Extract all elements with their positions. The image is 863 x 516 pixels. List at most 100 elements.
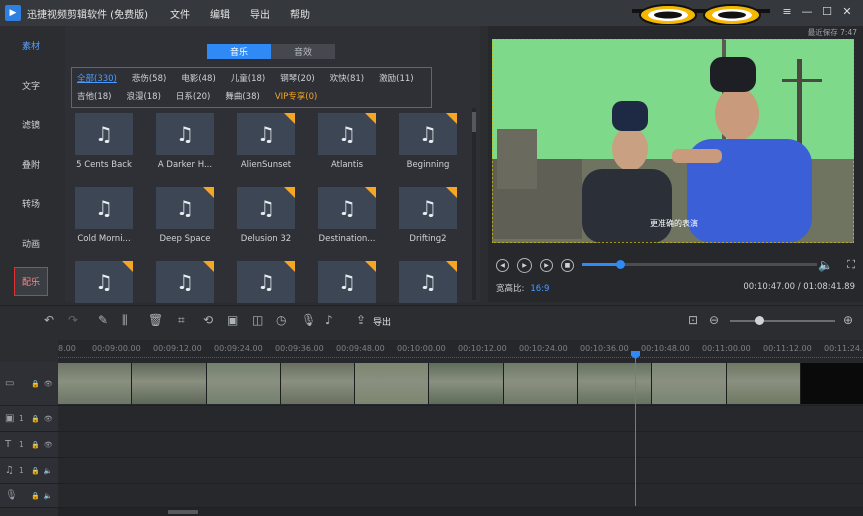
filter-vip[interactable]: VIP专享(0) [275,90,318,102]
next-frame-icon[interactable]: ▶ [540,259,553,272]
music-thumbnail[interactable]: ♫ [318,113,376,155]
filter-sad[interactable]: 悲伤(58) [132,72,166,84]
sidebar-item-overlay[interactable]: 叠附 [0,145,62,185]
music-track-body[interactable] [58,458,863,483]
video-clip[interactable] [801,363,863,404]
sidebar-item-filter[interactable]: 滤镜 [0,105,62,145]
music-thumbnail[interactable]: ♫ [399,187,457,229]
video-clip[interactable] [726,363,801,404]
music-card[interactable]: ♫ Deep Space [156,187,216,244]
eye-icon[interactable]: 👁 [44,415,53,423]
speed-icon[interactable]: ◫ [252,313,263,327]
minimize-button[interactable]: — [797,4,817,20]
delete-icon[interactable]: 🗑 [148,313,163,327]
aspect-ratio-value[interactable]: 16:9 [530,284,549,294]
music-card[interactable]: ♫ Drifting2 [399,187,459,244]
video-clip[interactable] [280,363,356,404]
zoom-out-icon[interactable]: ⊖ [709,313,719,327]
lock-icon[interactable]: 🔒 [31,380,40,388]
mosaic-icon[interactable]: ▣ [227,313,238,327]
music-thumbnail[interactable]: ♫ [318,187,376,229]
music-card[interactable]: ♫ [237,261,297,308]
lock-icon[interactable]: 🔒 [31,441,40,449]
zoom-slider-handle[interactable] [755,316,764,325]
video-clip[interactable] [58,363,133,404]
eye-icon[interactable]: 👁 [44,441,53,449]
speaker-icon[interactable]: 🔈 [44,467,53,475]
music-card[interactable]: ♫ Delusion 32 [237,187,297,244]
sidebar-item-material[interactable]: 素材 [0,26,62,66]
lock-icon[interactable]: 🔒 [31,467,40,475]
music-card[interactable]: ♫ [156,261,216,308]
fit-icon[interactable]: ⊡ [688,313,698,327]
music-thumbnail[interactable]: ♫ [75,187,133,229]
fullscreen-icon[interactable]: ⛶ [847,258,855,272]
music-thumbnail[interactable]: ♫ [156,187,214,229]
sidebar-item-animation[interactable]: 动画 [0,224,62,264]
filter-guitar[interactable]: 吉他(18) [77,90,111,102]
filter-children[interactable]: 儿童(18) [231,72,265,84]
timeline-scrollbar[interactable] [58,508,863,516]
filter-dance[interactable]: 舞曲(38) [225,90,259,102]
tab-music[interactable]: 音乐 [207,44,271,59]
duration-icon[interactable]: ◷ [276,313,286,327]
music-card[interactable]: ♫ AlienSunset [237,113,297,170]
music-thumbnail[interactable]: ♫ [399,113,457,155]
menu-export[interactable]: 导出 [250,6,270,21]
export-button[interactable]: 导出 [373,315,391,328]
export-icon[interactable]: ⇪ [356,313,366,327]
voice-icon[interactable]: ♪ [325,313,333,327]
music-thumbnail[interactable]: ♫ [156,113,214,155]
music-thumbnail[interactable]: ♫ [156,261,214,303]
rotate-icon[interactable]: ⟲ [203,313,213,327]
video-track-body[interactable] [58,362,863,405]
music-thumbnail[interactable]: ♫ [237,187,295,229]
filter-movie[interactable]: 电影(48) [181,72,215,84]
video-clip[interactable] [578,363,653,404]
text-track-body[interactable] [58,432,863,457]
prev-frame-icon[interactable]: ◀ [496,259,509,272]
video-clip[interactable] [132,363,207,404]
voice-track-body[interactable] [58,484,863,507]
edit-icon[interactable]: ✎ [98,313,108,327]
music-card[interactable]: ♫ [399,261,459,308]
menu-file[interactable]: 文件 [170,6,190,21]
video-clip[interactable] [652,363,727,404]
lock-icon[interactable]: 🔒 [31,492,40,500]
timeline-ruler[interactable]: 8.00 00:09:00.00 00:09:12.00 00:09:24.00 00:… [58,340,863,362]
menu-edit[interactable]: 编辑 [210,6,230,21]
music-thumbnail[interactable]: ♫ [75,113,133,155]
video-clip[interactable] [355,363,430,404]
video-preview[interactable]: 更准确的表演 [492,39,854,243]
glasses-mascot-icon[interactable] [632,3,770,25]
music-thumbnail[interactable]: ♫ [399,261,457,303]
zoom-in-icon[interactable]: ⊕ [843,313,853,327]
music-thumbnail[interactable]: ♫ [75,261,133,303]
video-clip[interactable] [503,363,579,404]
pip-track-body[interactable] [58,406,863,431]
library-scrollbar[interactable] [472,108,476,300]
eye-icon[interactable]: 👁 [44,380,53,388]
playhead[interactable] [635,353,636,506]
video-clip[interactable] [429,363,504,404]
music-card[interactable]: ♫ A Darker H... [156,113,216,170]
filter-happy[interactable]: 欢快(81) [330,72,364,84]
music-card[interactable]: ♫ Cold Morni... [75,187,135,244]
filter-japanese[interactable]: 日系(20) [176,90,210,102]
split-icon[interactable]: ⫼ [122,313,128,328]
music-card[interactable]: ♫ Destination... [318,187,378,244]
music-card[interactable]: ♫ Atlantis [318,113,378,170]
filter-inspire[interactable]: 激励(11) [379,72,413,84]
filter-all[interactable]: 全部(330) [77,72,117,84]
stop-icon[interactable]: ■ [561,259,574,272]
menu-help[interactable]: 帮助 [290,6,310,21]
music-card[interactable]: ♫ Beginning [399,113,459,170]
music-card[interactable]: ♫ 5 Cents Back [75,113,135,170]
volume-icon[interactable]: 🔈 [818,258,833,272]
speaker-icon[interactable]: 🔈 [44,492,53,500]
tab-sound-effects[interactable]: 音效 [271,44,335,59]
sidebar-item-music[interactable]: 配乐 [14,267,48,296]
music-card[interactable]: ♫ [75,261,135,308]
music-thumbnail[interactable]: ♫ [237,261,295,303]
record-icon[interactable]: 🎙 [301,313,316,327]
